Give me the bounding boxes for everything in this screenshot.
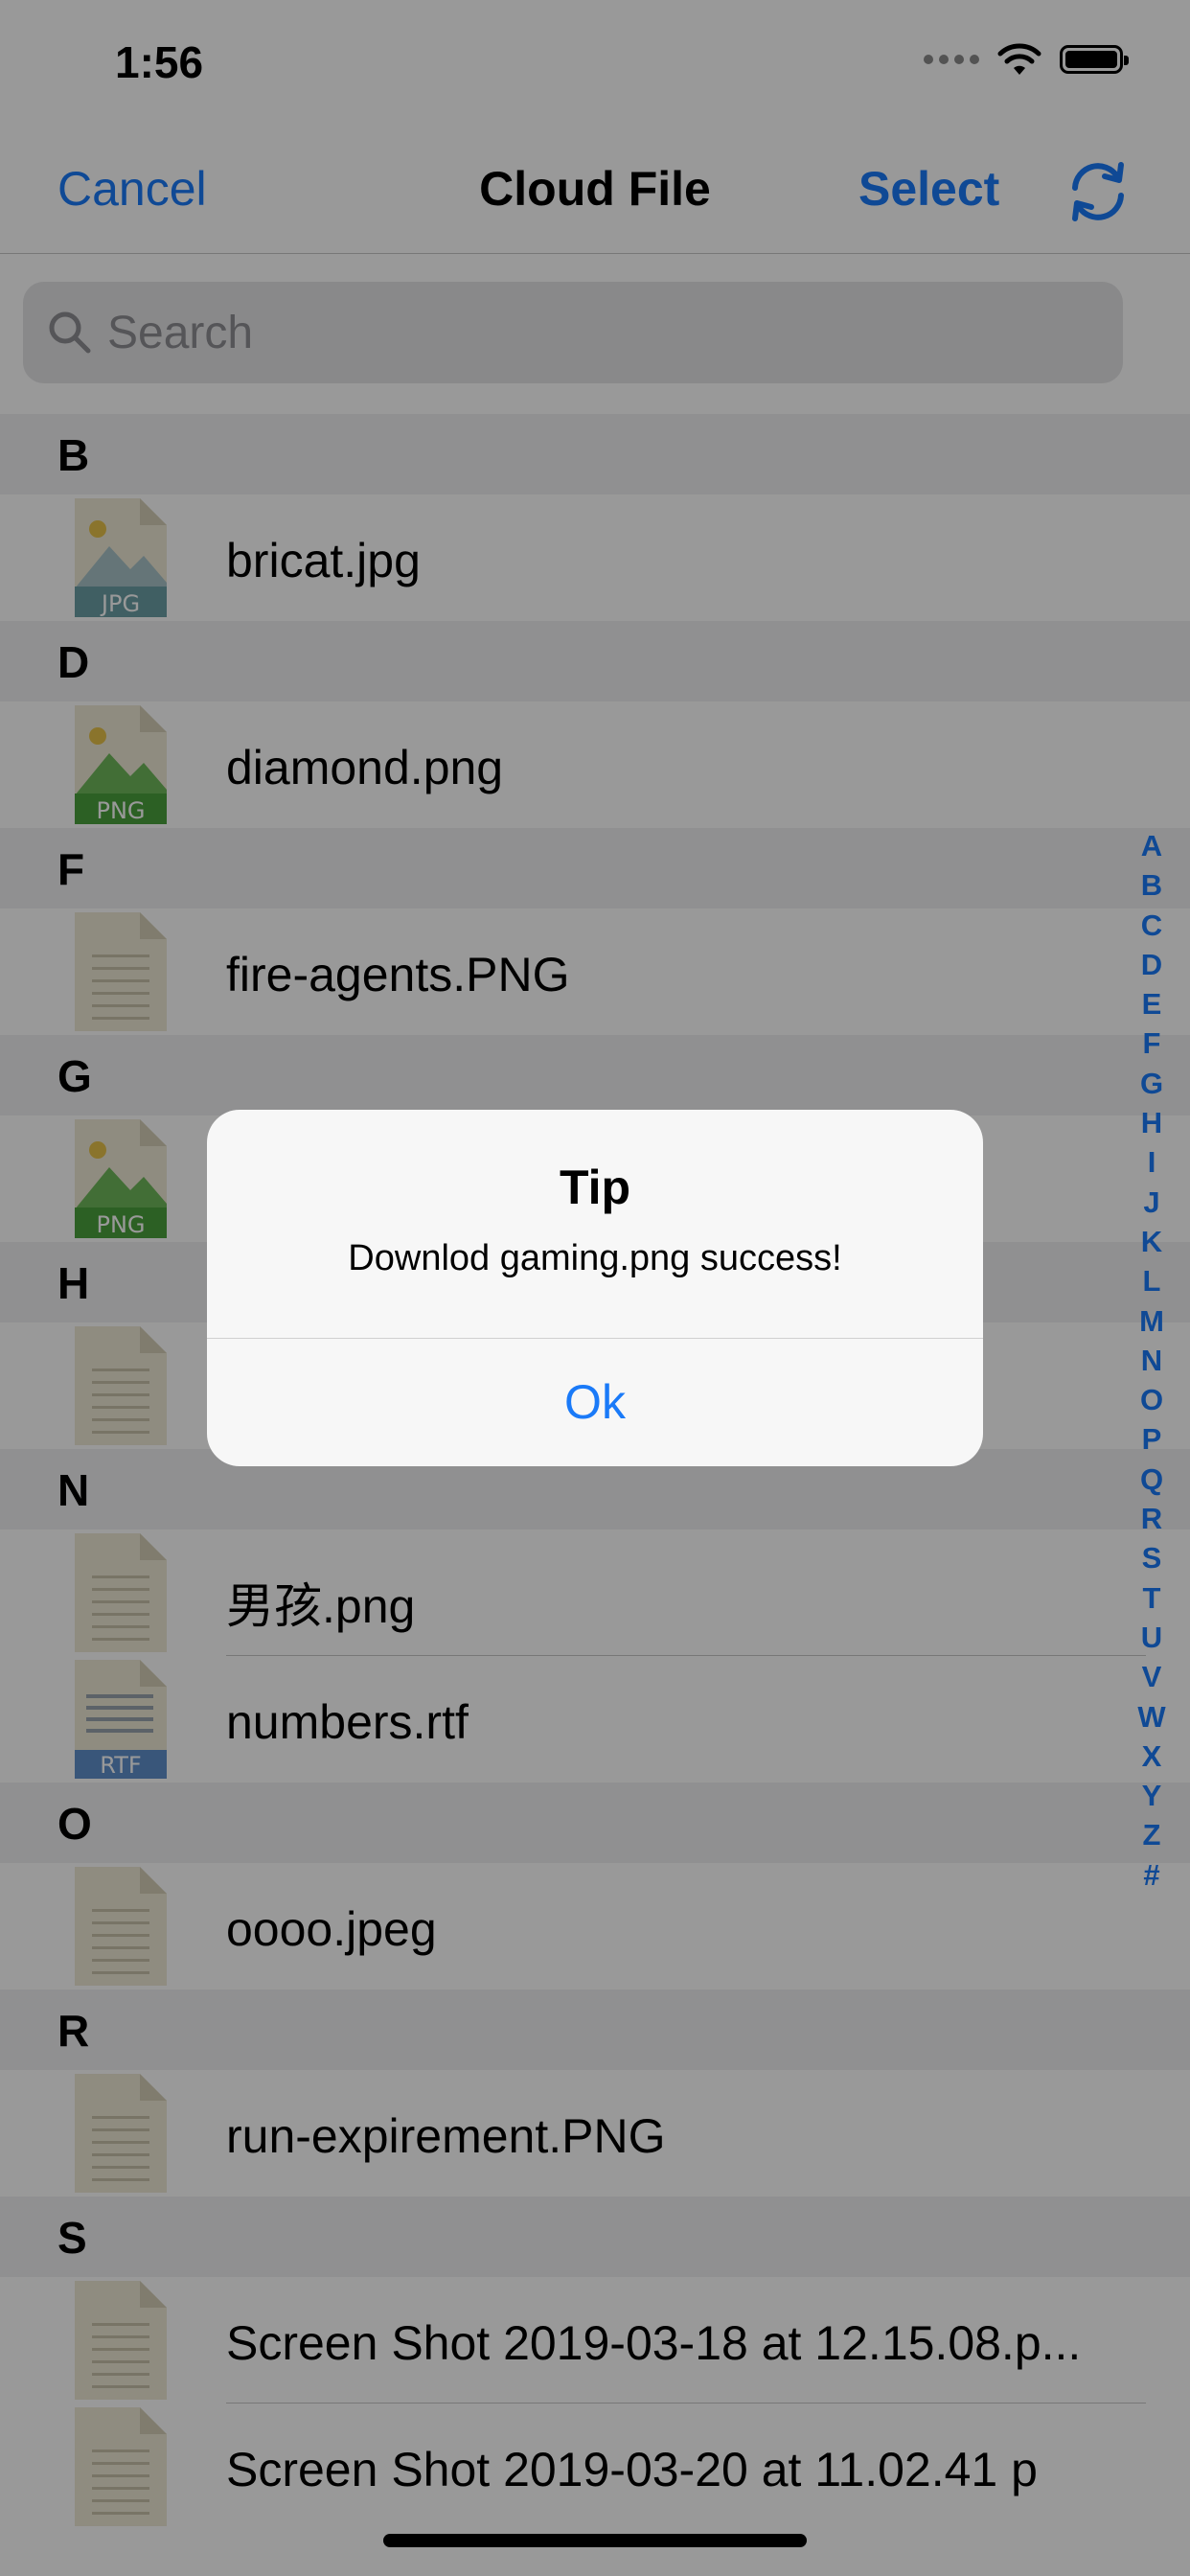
alert-dialog: Tip Downlod gaming.png success! Ok [207,1110,983,1466]
alert-title: Tip [559,1161,631,1214]
ok-button[interactable]: Ok [207,1338,983,1466]
alert-message: Downlod gaming.png success! [348,1238,842,1278]
